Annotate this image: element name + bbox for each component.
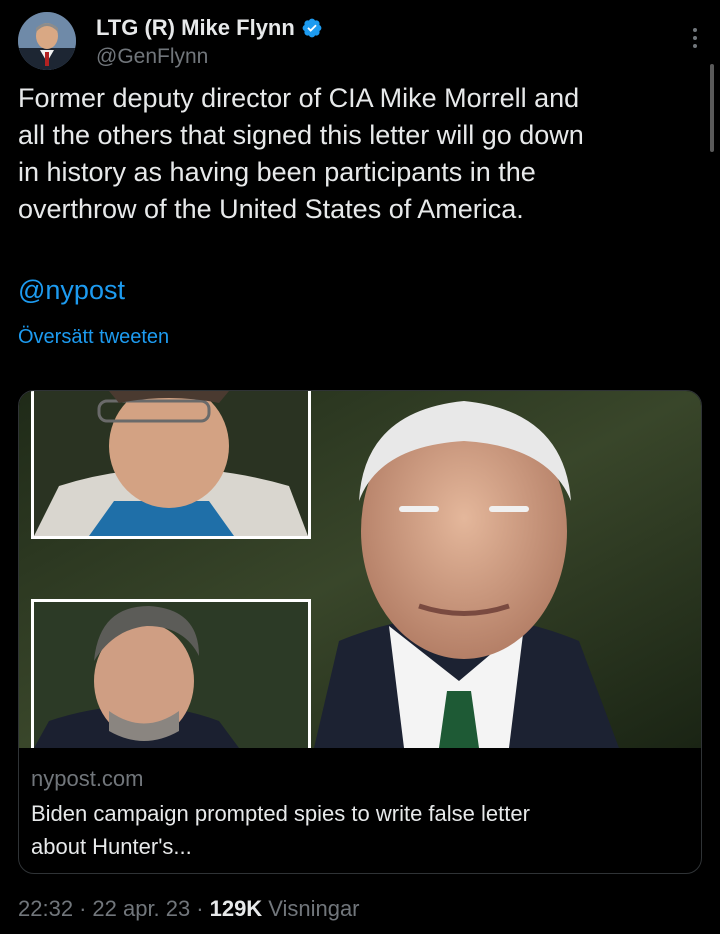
views-count[interactable]: 129K [210, 894, 263, 924]
tweet-date[interactable]: 22 apr. 23 [92, 894, 190, 924]
card-title: Biden campaign prompted spies to write f… [31, 801, 530, 859]
scrollbar[interactable] [710, 64, 714, 152]
avatar[interactable] [18, 12, 76, 70]
card-image[interactable] [19, 391, 701, 748]
separator: · [79, 896, 87, 921]
author-names: LTG (R) Mike Flynn @GenFlynn [96, 14, 323, 71]
mention-link[interactable]: @nypost [18, 272, 125, 309]
tweet-text: Former deputy director of CIA Mike Morre… [18, 83, 584, 224]
tweet-footer: 22:32 · 22 apr. 23 · 129K Visningar [18, 894, 360, 924]
translate-link[interactable]: Översätt tweeten [18, 323, 169, 351]
more-vertical-icon[interactable] [692, 28, 698, 50]
display-name[interactable]: LTG (R) Mike Flynn [96, 14, 323, 42]
tweet-header: LTG (R) Mike Flynn @GenFlynn [18, 12, 708, 74]
card-meta[interactable]: nypost.com Biden campaign prompted spies… [19, 748, 701, 873]
separator: · [196, 896, 204, 921]
views-label: Visningar [268, 896, 360, 921]
verified-badge-icon [302, 18, 322, 38]
handle[interactable]: @GenFlynn [96, 43, 323, 71]
link-card[interactable]: nypost.com Biden campaign prompted spies… [18, 390, 702, 874]
card-domain: nypost.com [31, 766, 144, 791]
tweet-time[interactable]: 22:32 [18, 894, 73, 924]
display-name-text: LTG (R) Mike Flynn [96, 15, 295, 40]
